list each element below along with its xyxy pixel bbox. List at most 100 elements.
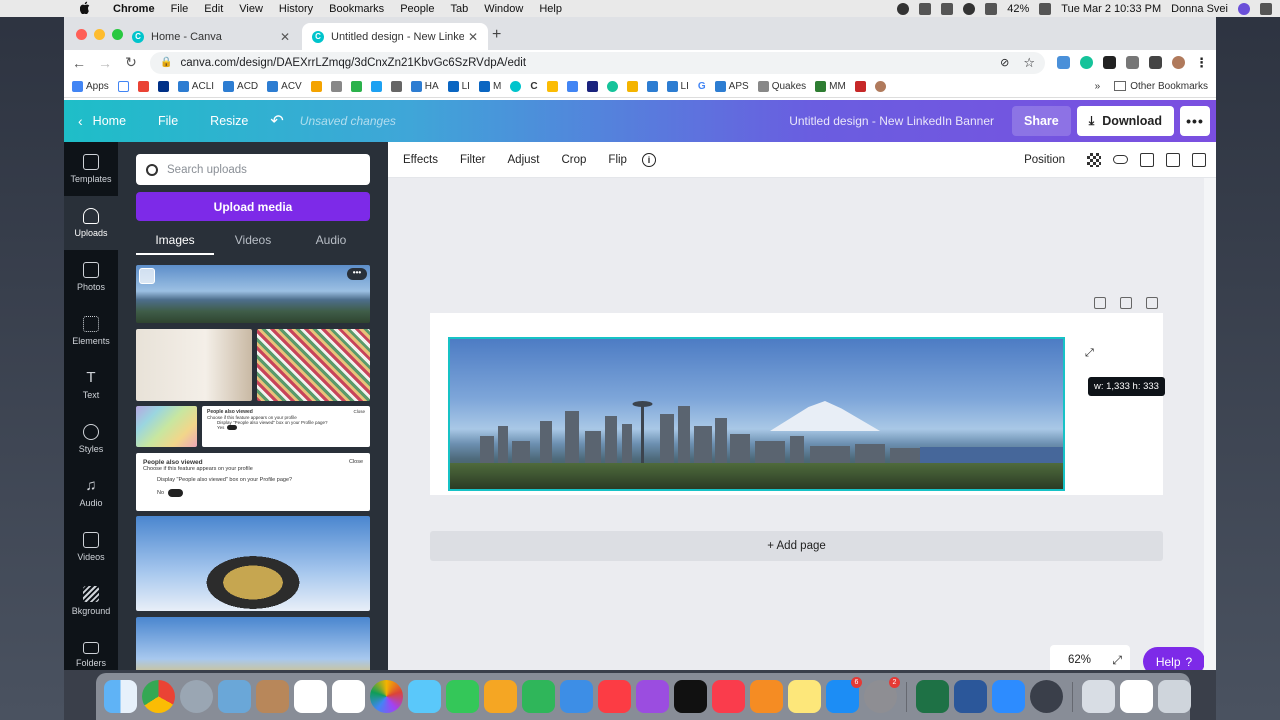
- adjust-button[interactable]: Adjust: [497, 154, 551, 166]
- upload-thumb-woman-laptop[interactable]: [136, 329, 252, 401]
- trash-icon[interactable]: [1192, 152, 1206, 167]
- share-button[interactable]: Share: [1012, 106, 1071, 136]
- flip-button[interactable]: Flip: [597, 154, 638, 166]
- upload-thumb-linkedin-setting-large[interactable]: People also viewed Choose if this featur…: [136, 453, 370, 511]
- tab-images[interactable]: Images: [136, 225, 214, 255]
- bookmark-li[interactable]: LI: [447, 80, 470, 92]
- grid-icon[interactable]: [919, 2, 932, 15]
- reload-icon[interactable]: ↻: [124, 54, 138, 71]
- bookmark-paypal[interactable]: [157, 80, 169, 92]
- wifi-icon[interactable]: [963, 2, 976, 15]
- pages-icon[interactable]: [484, 680, 517, 713]
- close-window-button[interactable]: [76, 29, 87, 40]
- keynote-icon[interactable]: [560, 680, 593, 713]
- podcasts-icon[interactable]: [636, 680, 669, 713]
- excel-icon[interactable]: [916, 680, 949, 713]
- bookmark-star-icon[interactable]: ☆: [1023, 55, 1035, 71]
- file-menu-button[interactable]: File: [142, 100, 194, 142]
- bookmark-gmail[interactable]: [137, 80, 149, 92]
- display-icon[interactable]: [941, 2, 954, 15]
- profile-avatar[interactable]: [1172, 56, 1185, 69]
- add-note-icon[interactable]: [1094, 297, 1106, 309]
- rail-audio[interactable]: ♫ Audio: [64, 466, 118, 520]
- tab-audio[interactable]: Audio: [292, 225, 370, 255]
- bookmark-m[interactable]: M: [478, 80, 501, 92]
- bookmark-mm[interactable]: MM: [815, 80, 846, 92]
- seattle-skyline-image[interactable]: [448, 337, 1065, 491]
- crop-button[interactable]: Crop: [550, 154, 597, 166]
- bookmark-cloud[interactable]: [566, 80, 578, 92]
- bookmark-aws[interactable]: [646, 80, 658, 92]
- bookmark-drive[interactable]: [546, 80, 558, 92]
- bookmark-apps[interactable]: Apps: [72, 80, 109, 92]
- undo-icon[interactable]: ↶: [264, 100, 289, 142]
- bookmark-ha[interactable]: HA: [410, 80, 439, 92]
- bookmark-canva[interactable]: [510, 80, 522, 92]
- upload-thumb-pot-of-gold-2[interactable]: [136, 617, 370, 670]
- bookmark-other[interactable]: » Other Bookmarks: [1095, 81, 1208, 92]
- duplicate-icon[interactable]: [1166, 152, 1180, 167]
- effects-button[interactable]: Effects: [388, 154, 449, 166]
- quicktime-icon[interactable]: [1030, 680, 1063, 713]
- menu-window[interactable]: Window: [476, 3, 531, 15]
- bookmark-aps[interactable]: APS: [714, 80, 749, 92]
- menu-app-name[interactable]: Chrome: [105, 3, 163, 15]
- forward-icon[interactable]: →: [98, 55, 112, 71]
- upload-media-button[interactable]: Upload media: [136, 192, 370, 221]
- lock-icon[interactable]: 🔒: [160, 57, 172, 68]
- filter-button[interactable]: Filter: [449, 154, 497, 166]
- extension-cloud-icon[interactable]: [1057, 56, 1070, 69]
- facetime-icon[interactable]: [446, 680, 479, 713]
- menu-bookmarks[interactable]: Bookmarks: [321, 3, 392, 15]
- apple-logo-icon[interactable]: [80, 1, 90, 14]
- bookmark-li2[interactable]: LI: [666, 80, 689, 92]
- trash-icon[interactable]: [1158, 680, 1191, 713]
- notes-icon[interactable]: [788, 680, 821, 713]
- launchpad-icon[interactable]: [180, 680, 213, 713]
- apple-tv-icon[interactable]: [674, 680, 707, 713]
- bookmark-grammarly[interactable]: [606, 80, 618, 92]
- zoom-control[interactable]: 62% ⤢: [1050, 645, 1130, 670]
- upload-thumb-pattern[interactable]: [257, 329, 370, 401]
- vertical-scrollbar[interactable]: [1204, 178, 1216, 670]
- grammarly-icon[interactable]: [1080, 56, 1093, 69]
- menu-people[interactable]: People: [392, 3, 442, 15]
- bookmark-calendar[interactable]: [117, 80, 129, 92]
- tab-home-canva[interactable]: C Home - Canva ✕: [122, 23, 300, 50]
- bookmark-gear[interactable]: [330, 80, 342, 92]
- puzzle-extensions-icon[interactable]: [1149, 56, 1162, 69]
- photos-icon[interactable]: [370, 680, 403, 713]
- bookmark-twitter[interactable]: [370, 80, 382, 92]
- battery-icon[interactable]: [1039, 2, 1052, 15]
- search-uploads-input[interactable]: Search uploads: [136, 154, 370, 185]
- select-checkbox[interactable]: [139, 268, 155, 284]
- finder-icon[interactable]: [104, 680, 137, 713]
- control-center-icon[interactable]: [1260, 2, 1272, 15]
- back-icon[interactable]: ←: [72, 55, 86, 71]
- zoom-level[interactable]: 62%: [1068, 654, 1091, 666]
- download-button[interactable]: ⤓ Download: [1076, 106, 1174, 136]
- close-tab-icon[interactable]: ✕: [280, 30, 290, 44]
- music-icon[interactable]: [598, 680, 631, 713]
- reminders-icon[interactable]: [332, 680, 365, 713]
- record-icon[interactable]: [897, 2, 910, 15]
- bookmark-bolt[interactable]: [626, 80, 638, 92]
- chrome-icon[interactable]: [142, 680, 175, 713]
- rail-templates[interactable]: Templates: [64, 142, 118, 196]
- position-button[interactable]: Position: [1024, 154, 1065, 166]
- bookmark-c[interactable]: C: [530, 81, 537, 92]
- bookmark-acd[interactable]: ACD: [223, 80, 258, 92]
- tab-videos[interactable]: Videos: [214, 225, 292, 255]
- link-icon[interactable]: [1113, 155, 1128, 164]
- bookmark-settings[interactable]: [390, 80, 402, 92]
- volume-icon[interactable]: [985, 2, 998, 15]
- upload-thumb-linkedin-setting-small[interactable]: People also viewed Choose if this featur…: [202, 406, 370, 447]
- system-preferences-icon[interactable]: 2: [864, 677, 900, 713]
- bookmark-acv[interactable]: ACV: [267, 80, 302, 92]
- minimize-window-button[interactable]: [94, 29, 105, 40]
- chrome-menu-icon[interactable]: ⋮: [1195, 55, 1208, 71]
- upload-thumb-rainbow[interactable]: [136, 406, 197, 447]
- resize-button[interactable]: Resize: [194, 100, 264, 142]
- menu-view[interactable]: View: [231, 3, 271, 15]
- address-bar[interactable]: 🔒 canva.com/design/DAEXrrLZmqg/3dCnxZn21…: [150, 51, 1045, 74]
